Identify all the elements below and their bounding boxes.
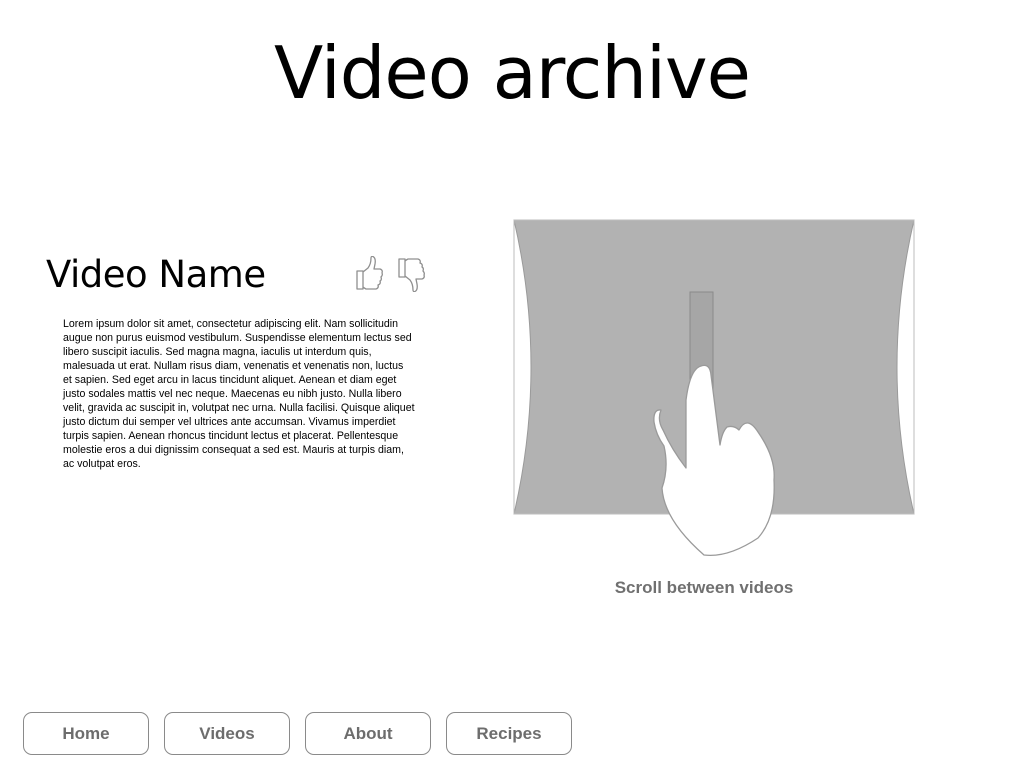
video-description: Lorem ipsum dolor sit amet, consectetur … <box>63 318 415 470</box>
page-title: Video archive <box>274 31 751 115</box>
video-scroller[interactable] <box>513 219 915 557</box>
nav-home-button[interactable]: Home <box>23 712 149 755</box>
scroll-caption: Scroll between videos <box>614 578 794 597</box>
video-name: Video Name <box>46 253 266 296</box>
nav-videos-button[interactable]: Videos <box>164 712 290 755</box>
nav-recipes-button[interactable]: Recipes <box>446 712 572 755</box>
thumbs-up-icon[interactable] <box>354 256 384 292</box>
nav-about-button[interactable]: About <box>305 712 431 755</box>
thumbs-down-icon[interactable] <box>396 256 426 292</box>
